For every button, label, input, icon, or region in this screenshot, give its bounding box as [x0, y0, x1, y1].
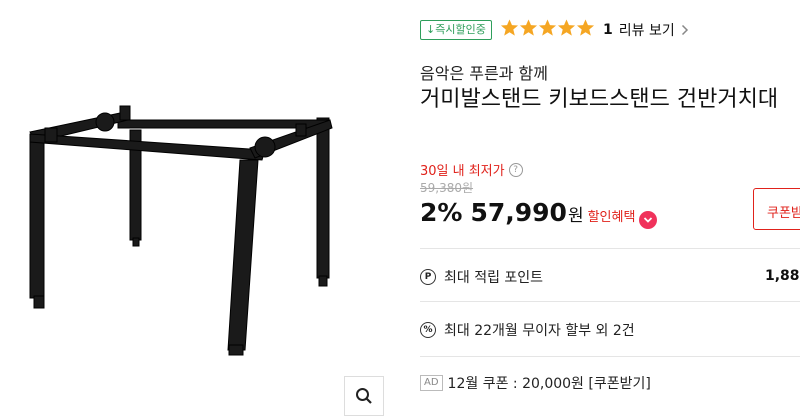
point-icon: P	[420, 269, 436, 285]
review-link[interactable]: 1 리뷰 보기	[603, 20, 689, 40]
discount-benefit-link[interactable]: 할인혜택	[588, 206, 636, 225]
seller-name[interactable]: 음악은 푸른과 함께	[420, 60, 548, 84]
price-unit: 원	[567, 206, 584, 226]
star-icon	[500, 19, 519, 36]
keyboard-stand-image	[29, 105, 333, 356]
coupon-download-button[interactable]: 쿠폰받기	[753, 188, 800, 230]
installment-label: 최대 22개월 무이자 할부 외 2건	[444, 323, 635, 339]
product-info-panel: ↓즉시할인중 1 리뷰 보기 음악은 푸른과 함께 거미발스탠드 키보드스탠드 …	[420, 0, 800, 406]
badge-label: ↓즉시할인중	[426, 23, 486, 36]
sale-price: 57,990	[470, 198, 567, 227]
review-label: 리뷰 보기	[618, 23, 675, 39]
coupon-ad-text[interactable]: 12월 쿠폰 : 20,000원 [쿠폰받기]	[448, 373, 651, 393]
help-icon[interactable]: ?	[508, 162, 523, 177]
product-title: 거미발스탠드 키보드스탠드 건반거치대	[420, 87, 779, 112]
price-row: 2% 57,990 원 할인혜택	[420, 198, 658, 229]
lowest-price-label: 30일 내 최저가	[420, 164, 505, 179]
chevron-down-icon[interactable]	[639, 211, 658, 229]
points-label: 최대 적립 포인트	[444, 270, 544, 286]
review-count: 1	[603, 22, 613, 38]
chevron-right-icon	[681, 24, 688, 36]
star-icon	[538, 19, 557, 36]
discount-rate: 2%	[420, 198, 463, 227]
lowest-price-info: 30일 내 최저가 ?	[420, 160, 523, 179]
star-icon	[576, 19, 595, 36]
product-image-area	[0, 0, 400, 416]
ad-tag: AD	[420, 375, 443, 391]
instant-discount-badge: ↓즉시할인중	[420, 20, 492, 40]
divider	[420, 301, 800, 302]
points-row: P 최대 적립 포인트	[420, 267, 543, 287]
divider	[420, 248, 800, 249]
original-price: 59,380원	[420, 181, 474, 195]
points-value: 1,889	[765, 268, 800, 284]
magnifier-icon	[356, 388, 372, 404]
star-icon	[519, 19, 538, 36]
percent-icon: %	[420, 322, 436, 338]
installment-row[interactable]: % 최대 22개월 무이자 할부 외 2건	[420, 320, 635, 340]
zoom-button[interactable]	[344, 376, 384, 416]
coupon-ad-row[interactable]: AD 12월 쿠폰 : 20,000원 [쿠폰받기]	[420, 373, 651, 393]
rating-stars	[500, 18, 595, 38]
divider	[420, 356, 800, 357]
star-icon	[557, 19, 576, 36]
